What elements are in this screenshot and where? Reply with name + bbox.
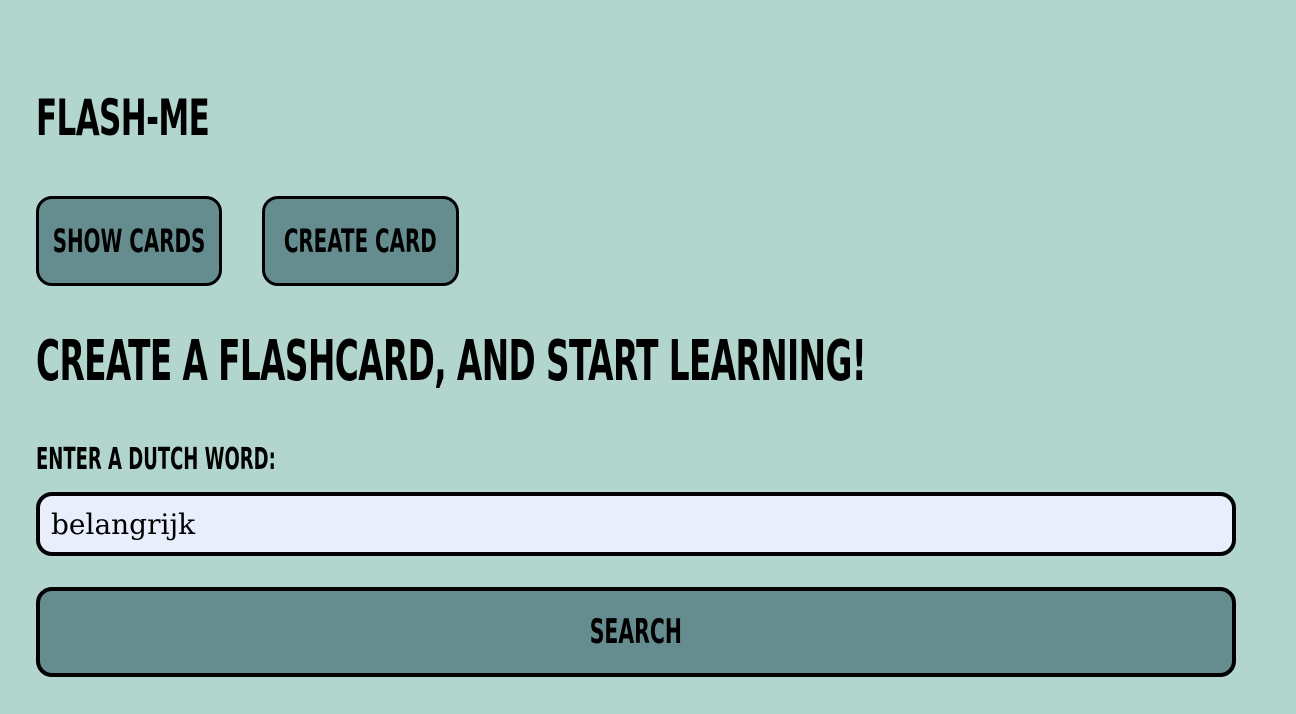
page-headline: CREATE A FLASHCARD, AND START LEARNING! [36, 329, 867, 394]
search-button[interactable]: SEARCH [36, 587, 1236, 677]
create-card-button[interactable]: CREATE CARD [262, 196, 459, 286]
create-card-label: CREATE CARD [284, 222, 437, 260]
app-title: FLASH-ME [36, 89, 210, 147]
dutch-word-input[interactable] [36, 492, 1236, 556]
search-label: SEARCH [589, 612, 683, 652]
show-cards-label: SHOW CARDS [52, 222, 206, 260]
show-cards-button[interactable]: SHOW CARDS [36, 196, 222, 286]
dutch-word-label: ENTER A DUTCH WORD: [36, 442, 276, 477]
